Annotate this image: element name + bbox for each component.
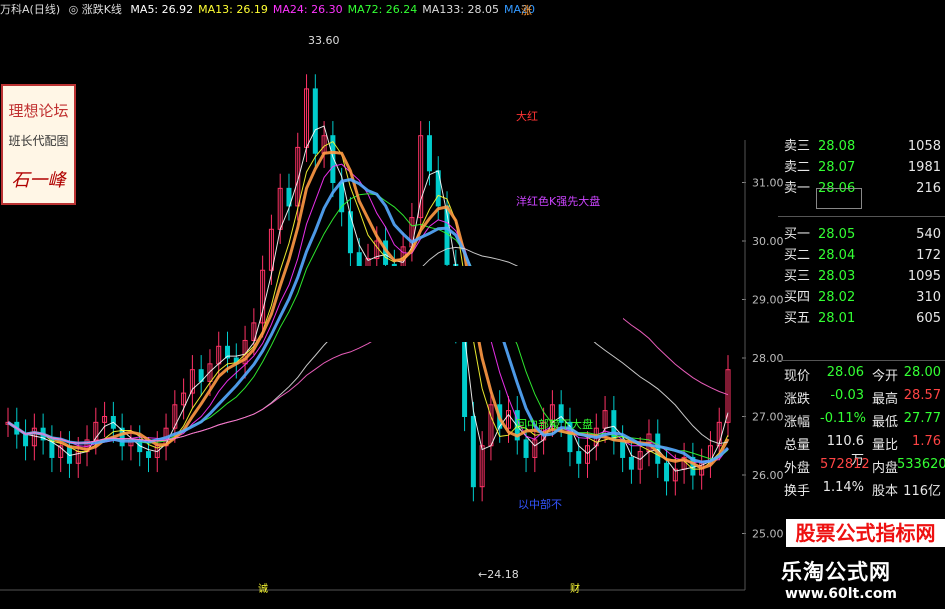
order-label: 卖三	[784, 139, 811, 154]
order-row[interactable]: 买二 28.04 172	[778, 245, 945, 266]
order-row[interactable]: 卖二 28.07 1981	[778, 157, 945, 178]
site-badge: 乐淘公式网 www.60lt.com	[755, 548, 945, 609]
corner-tag: 涨	[521, 4, 532, 17]
quote-value: -0.03	[830, 388, 864, 403]
order-volume: 172	[916, 248, 941, 263]
quote-label: 内盘	[872, 461, 899, 476]
candle-body	[347, 211, 353, 254]
quote-label: 涨幅	[784, 415, 811, 430]
site-url[interactable]: www.60lt.com	[785, 586, 897, 602]
ma-legend-item: MA133: 28.05	[422, 3, 500, 16]
quote-label: 总量	[784, 438, 811, 453]
order-price: 28.03	[818, 269, 856, 284]
axis-tick-label: 25.00	[752, 528, 784, 541]
quote-value: 1.76	[912, 434, 941, 449]
order-row[interactable]: 买五 28.01 605	[778, 308, 945, 329]
redaction-block-top	[535, 0, 945, 140]
quote-value: 28.00	[903, 365, 941, 380]
order-price: 28.07	[818, 160, 856, 175]
logo-line2: 班长代配图	[8, 134, 69, 148]
logo-signature: 石一峰	[11, 170, 66, 191]
axis-tick-label: 26.00	[752, 469, 784, 482]
divider	[778, 216, 945, 217]
candle-body	[628, 456, 634, 470]
order-price: 28.02	[818, 290, 856, 305]
top-banner: 股票公式指标网	[786, 519, 945, 547]
order-price: 28.08	[818, 139, 856, 154]
order-volume: 216	[916, 181, 941, 196]
purple-annotation: 洋红色K强先大盘	[516, 195, 601, 208]
quote-label: 量比	[872, 438, 899, 453]
order-price: 28.01	[818, 311, 856, 326]
quote-value: 533620	[897, 457, 945, 472]
order-label: 卖一	[784, 181, 811, 196]
order-volume: 540	[916, 227, 941, 242]
order-row[interactable]: 卖三 28.08 1058	[778, 136, 945, 157]
candle-body	[655, 433, 661, 464]
high-price-label: 33.60	[308, 34, 340, 47]
order-volume: 1981	[907, 160, 941, 175]
candle-body	[664, 462, 670, 482]
quote-label: 股本	[872, 484, 899, 499]
blue-annotation: 以中部不	[518, 498, 562, 511]
quote-value: 28.06	[826, 365, 864, 380]
quote-label: 换手	[784, 484, 811, 499]
quote-value: 1.14%	[822, 480, 864, 495]
quote-label: 现价	[784, 369, 811, 384]
candle-body	[576, 451, 582, 464]
order-label: 卖二	[784, 160, 811, 175]
candle-body	[339, 182, 345, 213]
candle-body	[470, 416, 476, 488]
order-label: 买五	[784, 311, 811, 326]
order-price: 28.05	[818, 227, 856, 242]
quote-label: 外盘	[784, 461, 811, 476]
order-label: 买四	[784, 290, 811, 305]
ma-legend-item: MA13: 26.19	[198, 3, 268, 16]
red-annotation: 大红	[516, 110, 538, 123]
redaction-block-middle	[323, 266, 623, 342]
quote-label: 最低	[872, 415, 899, 430]
x-marker-2: 财	[570, 584, 580, 595]
order-label: 买一	[784, 227, 811, 242]
order-label: 买三	[784, 269, 811, 284]
ma-legend-item: MA72: 26.24	[347, 3, 418, 16]
quote-label: 最高	[872, 392, 899, 407]
quote-value: 116亿	[903, 484, 941, 499]
forum-logo: 理想论坛 班长代配图 石一峰	[1, 84, 76, 205]
order-volume: 1095	[907, 269, 941, 284]
order-volume: 310	[916, 290, 941, 305]
order-row[interactable]: 买三 28.03 1095	[778, 266, 945, 287]
order-label: 买二	[784, 248, 811, 263]
selected-ask-box	[816, 188, 862, 209]
logo-line1: 理想论坛	[8, 102, 69, 120]
order-volume: 1058	[907, 139, 941, 154]
quote-label: 涨跌	[784, 392, 811, 407]
site-name: 乐淘公式网	[781, 560, 891, 584]
order-volume: 605	[916, 311, 941, 326]
indicator-name[interactable]: ◎ 涨跌K线	[69, 3, 122, 16]
candle-body	[23, 433, 29, 447]
axis-tick-label: 27.00	[752, 411, 784, 424]
ma-legend-item: MA5: 26.92	[130, 3, 194, 16]
candle-body	[312, 88, 318, 154]
green-annotation: 回中部带下大盘	[516, 418, 593, 431]
order-row[interactable]: 买一 28.05 540	[778, 224, 945, 245]
axis-tick-label: 28.00	[752, 352, 784, 365]
low-price-label: ←24.18	[478, 568, 519, 581]
quote-value: 27.77	[903, 411, 941, 426]
quote-label: 今开	[872, 369, 899, 384]
candle-body	[523, 439, 529, 458]
x-marker-1: 诚	[258, 584, 268, 595]
order-row[interactable]: 买四 28.02 310	[778, 287, 945, 308]
quote-value: 572812	[820, 457, 870, 472]
quote-value: 28.57	[903, 388, 941, 403]
stock-name[interactable]: 万科A(日线)	[0, 3, 60, 16]
candle-body	[426, 135, 432, 172]
divider	[778, 360, 945, 361]
order-price: 28.04	[818, 248, 856, 263]
ma-legend-item: MA24: 26.30	[272, 3, 343, 16]
quote-value: -0.11%	[820, 411, 866, 426]
candle-body	[145, 451, 151, 458]
